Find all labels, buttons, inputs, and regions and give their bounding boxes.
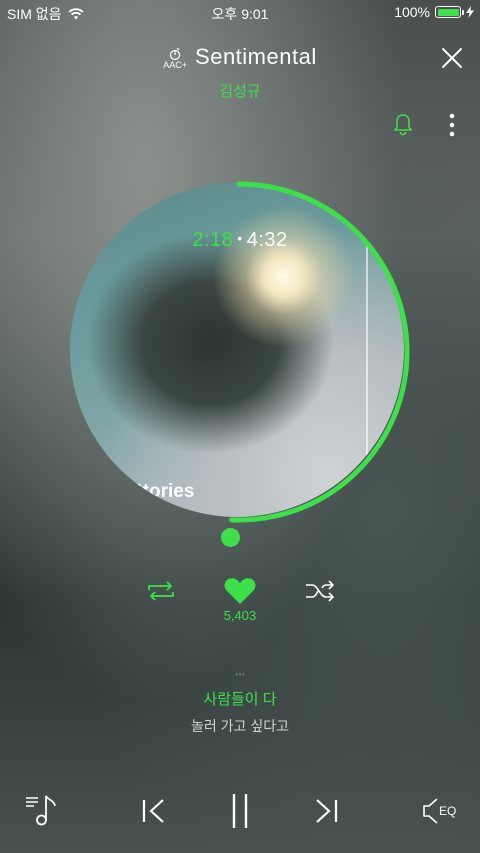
song-title: Sentimental <box>195 44 317 69</box>
seek-handle[interactable] <box>221 528 240 547</box>
artist-name[interactable]: 김성규 <box>0 80 480 101</box>
lyrics-panel[interactable]: ... 사람들이 다 놀러 가고 싶다고 <box>0 668 480 736</box>
close-icon[interactable] <box>440 46 464 70</box>
pause-icon[interactable] <box>229 792 251 830</box>
lyric-previous-line: ... <box>234 668 245 678</box>
shuffle-icon[interactable] <box>304 579 336 603</box>
charging-bolt-icon <box>466 6 474 18</box>
previous-track-icon[interactable] <box>141 796 167 826</box>
now-playing-header: AAC+ Sentimental 김성규 <box>0 44 480 104</box>
status-bar: SIM 없음 오후 9:01 100% <box>0 0 480 24</box>
time-display: 2:18 • 4:32 <box>192 229 288 251</box>
battery-percent: 100% <box>394 4 430 20</box>
eq-label: EQ <box>439 804 457 818</box>
battery-icon <box>435 6 464 18</box>
total-duration: 4:32 <box>246 229 288 251</box>
lyric-next-line: 놀러 가고 싶다고 <box>191 718 289 734</box>
heart-icon[interactable] <box>223 575 257 607</box>
lyric-current-line: 사람들이 다 <box>203 691 277 708</box>
transport-controls: EQ <box>0 788 480 832</box>
aac-plus-icon: AAC+ <box>163 47 187 70</box>
codec-badge: AAC+ <box>163 59 188 70</box>
elapsed-time: 2:18 <box>192 229 234 251</box>
repeat-icon[interactable] <box>145 579 177 603</box>
eq-button[interactable]: EQ <box>422 796 462 826</box>
bell-icon[interactable] <box>392 112 414 136</box>
next-track-icon[interactable] <box>313 796 339 826</box>
like-count: 5,403 <box>223 608 257 623</box>
playlist-icon[interactable] <box>24 792 60 828</box>
more-vertical-icon[interactable] <box>444 112 460 138</box>
